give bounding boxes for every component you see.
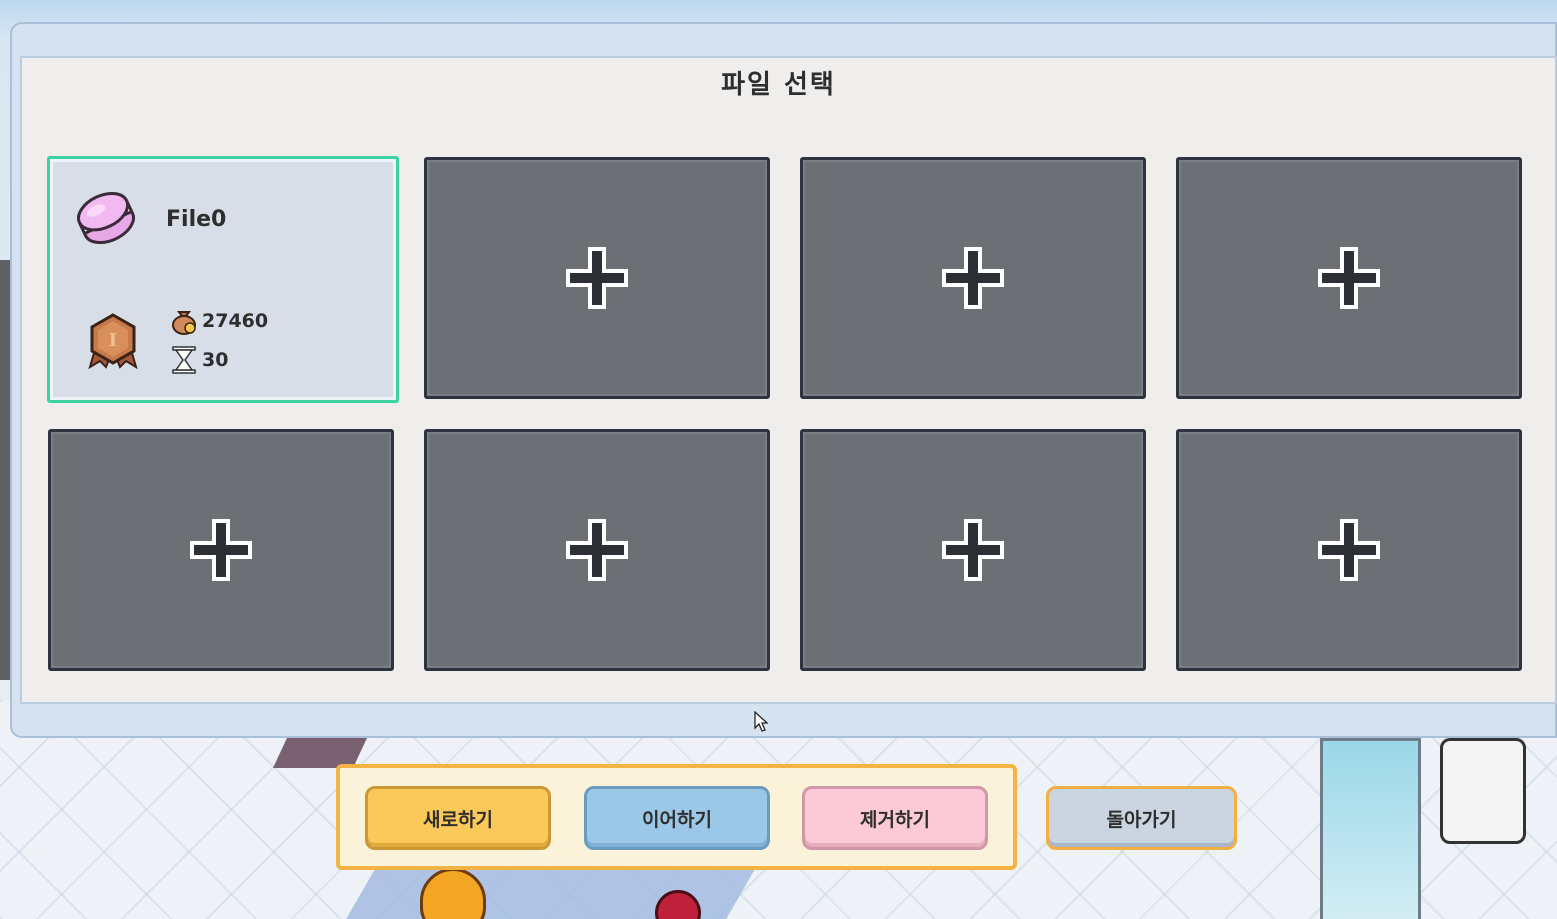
save-slot-7[interactable] xyxy=(800,429,1146,671)
dialog-title: 파일 선택 xyxy=(721,70,836,100)
save-slot-2[interactable] xyxy=(424,157,770,399)
plus-icon xyxy=(942,247,1004,309)
save-slot-4[interactable] xyxy=(1176,157,1522,399)
money-value: 27460 xyxy=(202,310,269,332)
pink-macaron-icon xyxy=(77,191,135,245)
back-button[interactable]: 돌아가기 xyxy=(1046,786,1237,850)
new-game-button[interactable]: 새로하기 xyxy=(365,786,551,850)
plus-icon xyxy=(1318,519,1380,581)
svg-text:I: I xyxy=(109,330,117,351)
bronze-rank-badge-icon: I xyxy=(88,313,138,369)
hourglass-icon xyxy=(172,346,196,374)
save-slot-5[interactable] xyxy=(48,429,394,671)
mouse-cursor-icon xyxy=(754,711,768,732)
plus-icon xyxy=(566,247,628,309)
plus-icon xyxy=(1318,247,1380,309)
save-slot-8[interactable] xyxy=(1176,429,1522,671)
delete-button[interactable]: 제거하기 xyxy=(802,786,988,850)
money-bag-icon xyxy=(172,311,196,335)
plus-icon xyxy=(566,519,628,581)
save-file-name: File0 xyxy=(166,207,227,232)
time-stat: 30 xyxy=(170,345,228,375)
plus-icon xyxy=(190,519,252,581)
npc-character xyxy=(1440,738,1526,844)
money-stat: 27460 xyxy=(170,307,268,335)
save-slot-3[interactable] xyxy=(800,157,1146,399)
display-counter xyxy=(1320,738,1421,919)
time-value: 30 xyxy=(202,349,229,371)
continue-button[interactable]: 이어하기 xyxy=(584,786,770,850)
save-slot-1[interactable]: File0 I 27460 30 xyxy=(47,156,399,403)
plus-icon xyxy=(942,519,1004,581)
save-slot-6[interactable] xyxy=(424,429,770,671)
